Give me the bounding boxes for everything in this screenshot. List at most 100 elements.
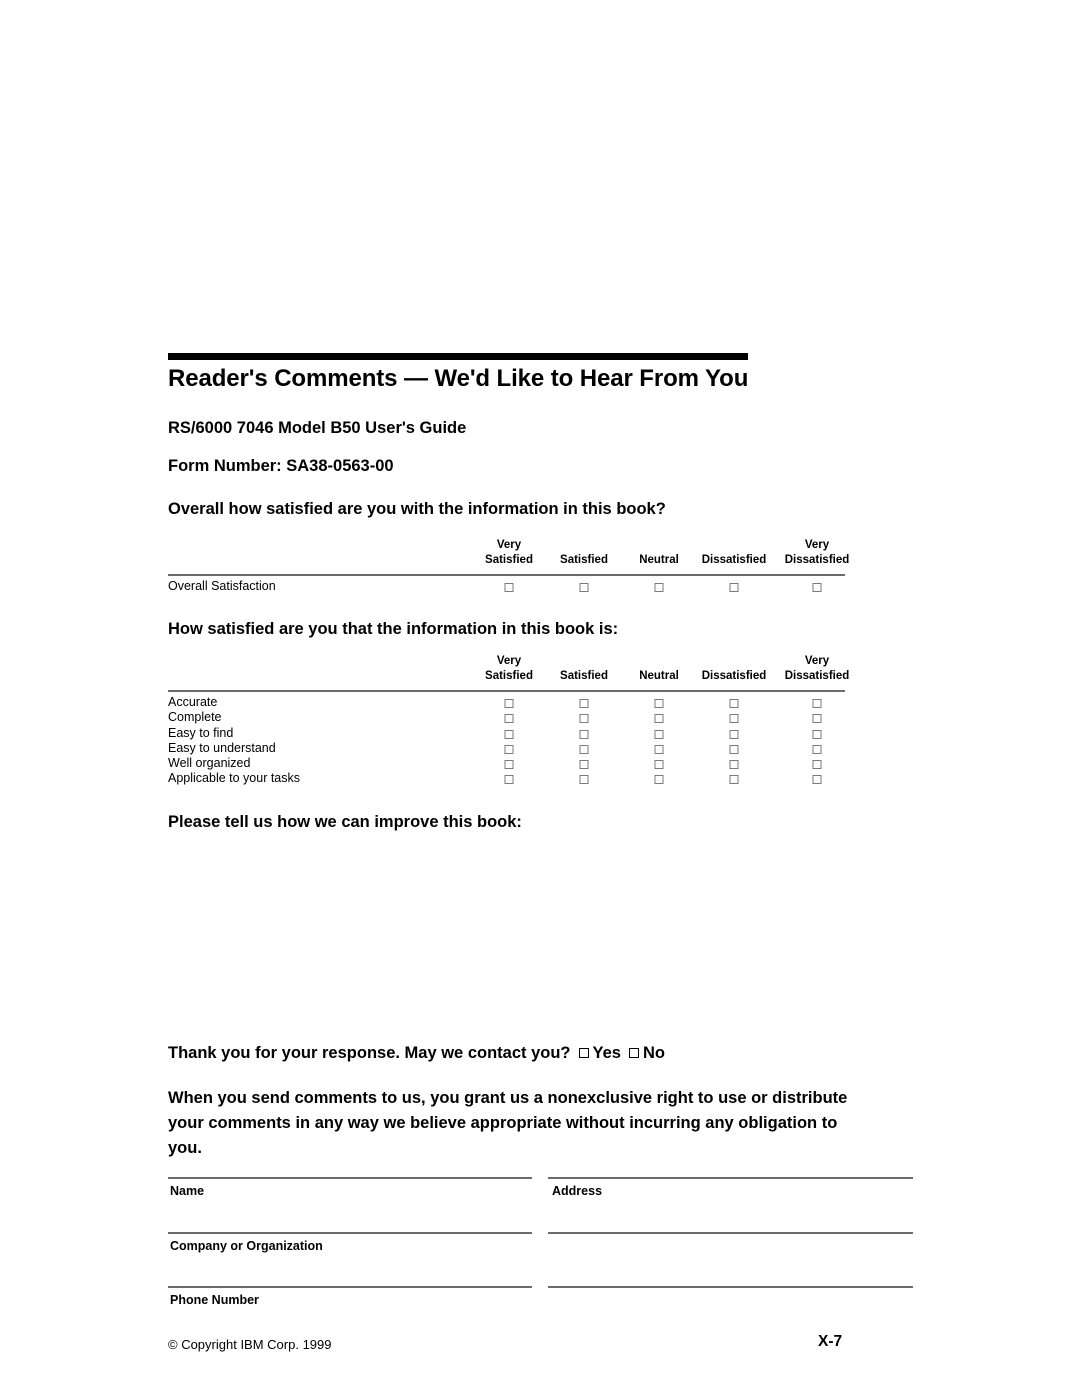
- table-row-label: Complete: [168, 710, 222, 725]
- rating-column-header-line1: Very: [496, 655, 522, 667]
- readers-comments-page: Reader's Comments — We'd Like to Hear Fr…: [0, 0, 1080, 1397]
- rating-checkbox[interactable]: [812, 760, 822, 770]
- rating-checkbox[interactable]: [729, 760, 739, 770]
- checkbox-no-icon[interactable]: [628, 1048, 639, 1059]
- table-header-rule: [168, 690, 845, 692]
- rating-column-header: Satisfied: [560, 538, 608, 568]
- rating-checkbox[interactable]: [654, 583, 664, 592]
- form-field-line[interactable]: [168, 1286, 532, 1288]
- rating-checkbox[interactable]: [729, 744, 739, 754]
- rating-column-header-line2: Satisfied: [485, 670, 533, 682]
- form-field-line[interactable]: [168, 1232, 532, 1234]
- table-row: Easy to find: [168, 726, 858, 741]
- rating-column-header-line2: Dissatisfied: [701, 554, 767, 566]
- rating-checkbox[interactable]: [579, 729, 589, 739]
- rating-checkbox[interactable]: [812, 699, 822, 708]
- rating-checkbox[interactable]: [654, 729, 664, 739]
- rating-checkbox[interactable]: [579, 699, 589, 708]
- rating-checkbox[interactable]: [504, 699, 514, 708]
- copyright-notice: © Copyright IBM Corp. 1999: [168, 1337, 332, 1352]
- rating-column-header: Neutral: [639, 538, 679, 568]
- table-row: Easy to understand: [168, 741, 858, 756]
- table-body: Overall Satisfaction: [168, 579, 858, 594]
- book-title: RS/6000 7046 Model B50 User's Guide: [168, 419, 467, 437]
- table-row-label: Applicable to your tasks: [168, 771, 301, 786]
- table-header-row: Very Satisfied Satisfied Neutral Dissatisfie…: [168, 538, 858, 574]
- rating-column-header-line2: Dissatisfied: [784, 554, 850, 566]
- rating-checkbox[interactable]: [654, 760, 664, 770]
- table-row-label: Well organized: [168, 756, 251, 771]
- rating-column-header-line1: Very: [804, 655, 830, 667]
- rating-column-header-line2: Satisfied: [560, 554, 608, 566]
- rating-checkbox[interactable]: [812, 775, 822, 785]
- rating-checkbox[interactable]: [579, 775, 589, 785]
- rating-checkbox[interactable]: [504, 744, 514, 754]
- page-number: X-7: [818, 1333, 843, 1350]
- rating-column-header-line2: Satisfied: [485, 554, 533, 566]
- rating-checkbox[interactable]: [812, 714, 822, 724]
- form-field-label: Phone Number: [170, 1293, 259, 1307]
- rating-checkbox[interactable]: [504, 729, 514, 739]
- table-header-rule: [168, 574, 845, 576]
- rating-checkbox[interactable]: [812, 583, 822, 592]
- rating-checkbox[interactable]: [579, 583, 589, 592]
- title-divider-rule: [168, 353, 748, 360]
- rating-column-header: Dissatisfied: [702, 654, 767, 684]
- form-field-label: Name: [170, 1184, 205, 1198]
- rating-checkbox[interactable]: [654, 714, 664, 724]
- rating-column-header: Satisfied: [560, 654, 608, 684]
- form-number: Form Number: SA38-0563-00: [168, 457, 394, 475]
- rating-checkbox[interactable]: [729, 729, 739, 739]
- rating-checkbox[interactable]: [579, 760, 589, 770]
- rating-checkbox[interactable]: [504, 583, 514, 592]
- rating-column-header-line2: Neutral: [639, 670, 679, 682]
- rating-column-header-line2: Dissatisfied: [784, 670, 850, 682]
- table-row-label: Easy to find: [168, 725, 234, 740]
- rating-checkbox[interactable]: [504, 775, 514, 785]
- rating-checkbox[interactable]: [729, 583, 739, 592]
- contact-permission-text: Thank you for your response. May we cont…: [168, 1044, 571, 1062]
- rating-column-header-line2: Dissatisfied: [701, 670, 767, 682]
- rating-column-header: Dissatisfied: [702, 538, 767, 568]
- information-aspects-table: Very Satisfied Satisfied Neutral Dissatisfie…: [168, 654, 858, 785]
- rating-column-header: Very Satisfied: [485, 538, 533, 568]
- rating-checkbox[interactable]: [654, 744, 664, 754]
- form-field-line[interactable]: [168, 1177, 532, 1179]
- form-field-label: Company or Organization: [170, 1239, 323, 1253]
- contact-yes-label: Yes: [592, 1044, 621, 1062]
- table-row-label: Overall Satisfaction: [168, 579, 276, 593]
- form-field-line[interactable]: [548, 1286, 913, 1288]
- question-information-aspects: How satisfied are you that the informati…: [168, 620, 619, 638]
- table-row-label: Accurate: [168, 695, 218, 709]
- rating-checkbox[interactable]: [812, 729, 822, 739]
- checkbox-yes-icon[interactable]: [578, 1048, 589, 1059]
- rating-checkbox[interactable]: [579, 714, 589, 724]
- table-row: Applicable to your tasks: [168, 771, 858, 786]
- rating-checkbox[interactable]: [812, 744, 822, 754]
- table-row: Well organized: [168, 756, 858, 771]
- rating-checkbox[interactable]: [729, 714, 739, 724]
- rating-checkbox[interactable]: [579, 744, 589, 754]
- rating-column-header: Very Satisfied: [485, 654, 533, 684]
- rating-column-header-line1: Very: [496, 539, 522, 551]
- rating-column-header: Very Dissatisfied: [785, 654, 850, 684]
- legal-notice: When you send comments to us, you grant …: [168, 1089, 848, 1157]
- rating-column-header: Very Dissatisfied: [785, 538, 850, 568]
- question-overall-satisfaction: Overall how satisfied are you with the i…: [168, 500, 666, 518]
- rating-checkbox[interactable]: [654, 699, 664, 708]
- rating-checkbox[interactable]: [729, 699, 739, 708]
- table-row: Complete: [168, 710, 858, 725]
- form-field-line[interactable]: [548, 1232, 913, 1234]
- rating-column-header-line1: Very: [804, 539, 830, 551]
- page-title: Reader's Comments — We'd Like to Hear Fr…: [168, 365, 749, 392]
- rating-checkbox[interactable]: [654, 775, 664, 785]
- form-field-line[interactable]: [548, 1177, 913, 1179]
- table-row-label: Easy to understand: [168, 740, 276, 755]
- rating-checkbox[interactable]: [729, 775, 739, 785]
- rating-checkbox[interactable]: [504, 760, 514, 770]
- table-header-row: Very Satisfied Satisfied Neutral Dissatisfie…: [168, 654, 858, 690]
- contact-no-label: No: [642, 1044, 665, 1062]
- rating-column-header-line2: Neutral: [639, 554, 679, 566]
- rating-column-header: Neutral: [639, 654, 679, 684]
- rating-checkbox[interactable]: [504, 714, 514, 724]
